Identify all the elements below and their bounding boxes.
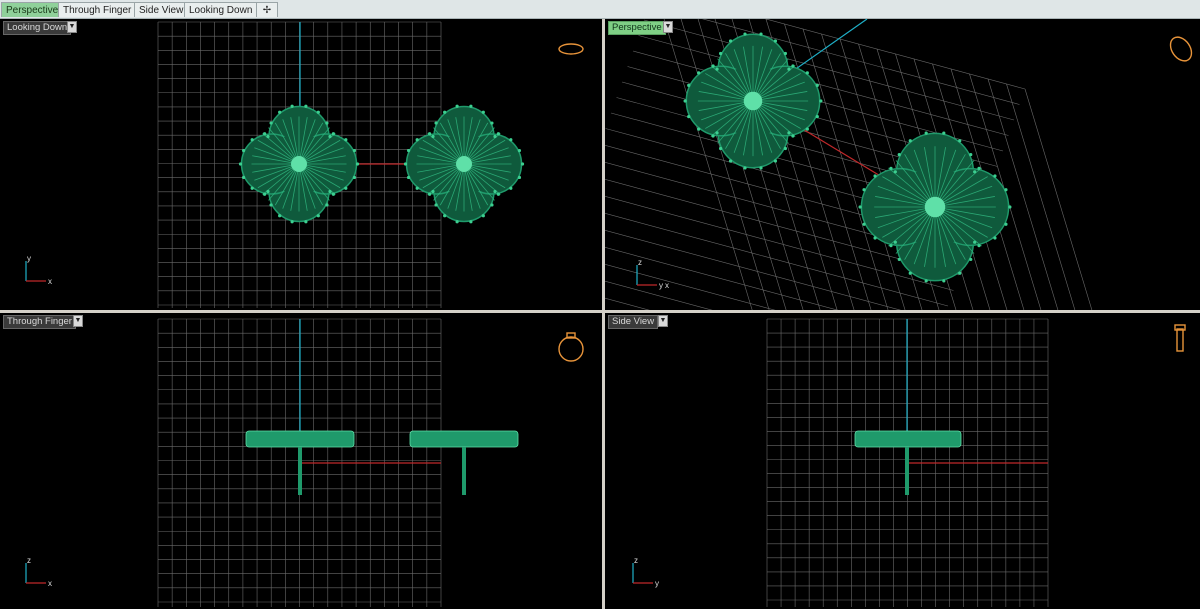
view-gizmo-icon [558, 332, 584, 362]
axis-label: x [48, 579, 52, 588]
viewport-label-perspective[interactable]: Perspective [608, 21, 666, 35]
viewport-menu-icon[interactable]: ▼ [73, 315, 83, 327]
view-gizmo-icon [1169, 36, 1193, 62]
construction-grid [605, 19, 1093, 310]
new-tab-icon[interactable]: ✢ [256, 2, 278, 17]
tab-perspective[interactable]: Perspective [1, 2, 64, 17]
through-finger-canvas[interactable]: zx [0, 313, 602, 609]
viewport-label-looking-down[interactable]: Looking Down [3, 21, 72, 35]
perspective-canvas[interactable]: z y x [605, 19, 1200, 310]
looking-down-canvas[interactable]: yx [0, 19, 602, 310]
axis-label: x [665, 281, 669, 290]
axis-label: y [27, 254, 31, 263]
viewport-menu-icon[interactable]: ▼ [658, 315, 668, 327]
world-axes-icon: zx [25, 556, 52, 588]
tab-side-view[interactable]: Side View [134, 2, 189, 17]
viewport-menu-icon[interactable]: ▼ [663, 21, 673, 33]
axis-label: y [655, 579, 659, 588]
view-gizmo-icon [558, 43, 584, 55]
viewport-through-finger[interactable]: zx Through Finger ▼ [0, 313, 602, 609]
view-tab-bar: Perspective Through Finger Side View Loo… [0, 0, 1200, 19]
axis-label: z [638, 258, 642, 267]
viewport-looking-down[interactable]: yx Looking Down ▼ [0, 19, 602, 310]
world-axes-icon: yx [25, 254, 52, 286]
viewport-side-view[interactable]: zy Side View ▼ [605, 313, 1200, 609]
viewport-label-through-finger[interactable]: Through Finger [3, 315, 76, 329]
axis-label: z [634, 556, 638, 565]
view-gizmo-icon [1174, 324, 1186, 352]
axis-label: z [27, 556, 31, 565]
axis-label: y [659, 281, 663, 290]
axis-label: x [48, 277, 52, 286]
world-axes-icon: zy [632, 556, 659, 588]
side-view-canvas[interactable]: zy [605, 313, 1200, 609]
earring-model [858, 131, 1012, 283]
tab-through-finger[interactable]: Through Finger [58, 2, 137, 17]
viewport-menu-icon[interactable]: ▼ [67, 21, 77, 33]
tab-looking-down[interactable]: Looking Down [184, 2, 258, 17]
viewport-label-side-view[interactable]: Side View [608, 315, 659, 329]
earring-model [403, 104, 525, 224]
viewport-perspective[interactable]: z yx Perspective ▼ [605, 19, 1200, 310]
